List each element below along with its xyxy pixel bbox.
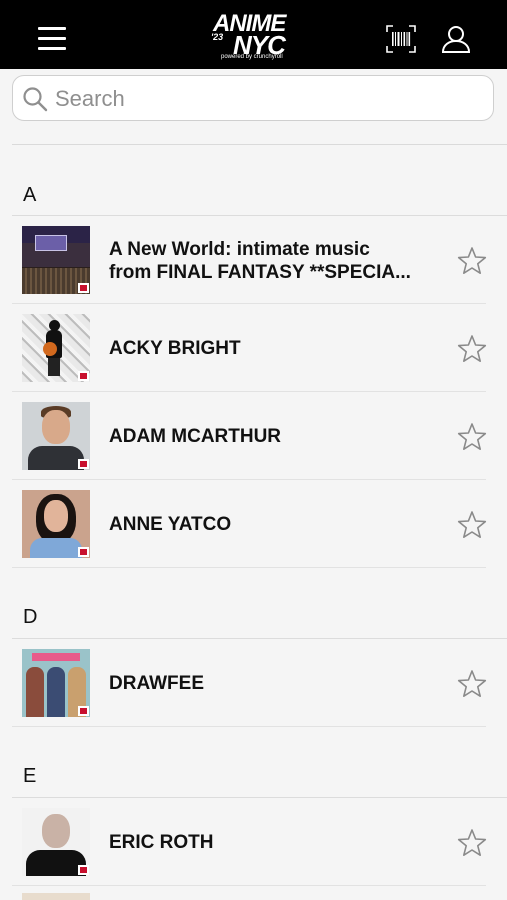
search-input[interactable]	[53, 82, 477, 116]
item-title: ACKY BRIGHT	[109, 338, 241, 359]
guest-photo	[22, 649, 90, 717]
guest-photo	[22, 808, 90, 876]
profile-icon[interactable]	[441, 24, 471, 54]
star-icon[interactable]	[457, 334, 487, 364]
section-header-e: E	[23, 765, 37, 787]
list-item[interactable]: A New World: intimate music from FINAL F…	[12, 216, 487, 303]
row-divider	[12, 726, 486, 727]
item-title-line1: A New World: intimate music	[109, 239, 370, 260]
barcode-scan-icon[interactable]	[386, 25, 416, 53]
section-header-a: A	[23, 184, 37, 206]
item-title: ANNE YATCO	[109, 514, 232, 535]
anime-nyc-logo[interactable]: ANIME '23 NYC powered by crunchyroll	[205, 10, 305, 62]
search-bar[interactable]	[12, 75, 494, 121]
logo-powered-by: powered by crunchyroll	[221, 54, 283, 60]
star-icon[interactable]	[457, 422, 487, 452]
star-icon[interactable]	[457, 246, 487, 276]
item-title: DRAWFEE	[109, 673, 204, 694]
search-icon	[23, 87, 48, 112]
item-title: ADAM MCARTHUR	[109, 426, 282, 447]
app-header: ANIME '23 NYC powered by crunchyroll	[0, 0, 507, 69]
list-item[interactable]: ACKY BRIGHT	[12, 304, 487, 391]
item-title: ERIC ROTH	[109, 832, 214, 853]
list-item[interactable]: DRAWFEE	[12, 639, 487, 726]
hamburger-menu-icon[interactable]	[38, 27, 66, 51]
guest-photo	[22, 402, 90, 470]
star-icon[interactable]	[457, 510, 487, 540]
logo-text-year: '23	[211, 32, 224, 42]
guest-photo	[22, 893, 90, 900]
row-divider	[12, 885, 486, 886]
divider	[12, 144, 507, 145]
guest-photo	[22, 490, 90, 558]
star-icon[interactable]	[457, 828, 487, 858]
guest-photo	[22, 314, 90, 382]
item-title-line2: from FINAL FANTASY **SPECIA...	[109, 262, 411, 283]
section-header-d: D	[23, 606, 38, 628]
list-item[interactable]: ERIC ROTH	[12, 798, 487, 885]
event-thumbnail	[22, 226, 90, 294]
row-divider	[12, 567, 486, 568]
list-item[interactable]: ADAM MCARTHUR	[12, 392, 487, 479]
star-icon[interactable]	[457, 669, 487, 699]
list-item[interactable]: ANNE YATCO	[12, 480, 487, 567]
